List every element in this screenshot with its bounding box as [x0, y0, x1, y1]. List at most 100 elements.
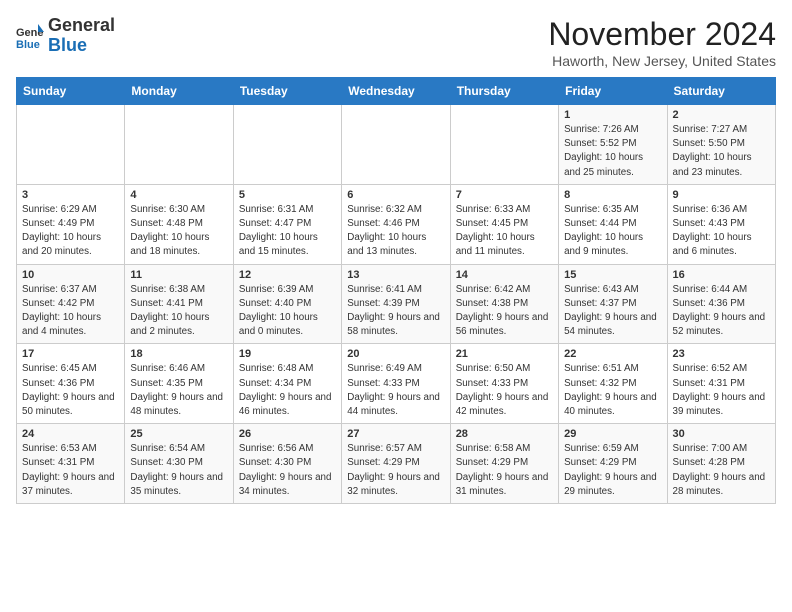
calendar-cell: 17 Sunrise: 6:45 AM Sunset: 4:36 PM Dayli… — [17, 344, 125, 424]
title-area: November 2024 Haworth, New Jersey, Unite… — [548, 16, 776, 69]
day-number: 11 — [130, 269, 227, 281]
day-number: 17 — [22, 348, 119, 360]
calendar-cell: 15 Sunrise: 6:43 AM Sunset: 4:37 PM Dayli… — [559, 264, 667, 344]
day-info: Sunrise: 6:53 AM Sunset: 4:31 PM Dayligh… — [22, 442, 119, 499]
day-number: 22 — [564, 348, 661, 360]
day-info: Sunrise: 6:31 AM Sunset: 4:47 PM Dayligh… — [239, 203, 336, 260]
day-info: Sunrise: 6:43 AM Sunset: 4:37 PM Dayligh… — [564, 283, 661, 340]
calendar-cell: 3 Sunrise: 6:29 AM Sunset: 4:49 PM Daylig… — [17, 184, 125, 264]
day-number: 27 — [347, 428, 444, 440]
day-number: 25 — [130, 428, 227, 440]
calendar-cell: 11 Sunrise: 6:38 AM Sunset: 4:41 PM Dayli… — [125, 264, 233, 344]
day-number: 15 — [564, 269, 661, 281]
day-number: 16 — [673, 269, 770, 281]
day-number: 28 — [456, 428, 553, 440]
location-subtitle: Haworth, New Jersey, United States — [548, 53, 776, 69]
calendar-cell: 19 Sunrise: 6:48 AM Sunset: 4:34 PM Dayli… — [233, 344, 341, 424]
day-info: Sunrise: 6:45 AM Sunset: 4:36 PM Dayligh… — [22, 362, 119, 419]
calendar-cell: 24 Sunrise: 6:53 AM Sunset: 4:31 PM Dayli… — [17, 424, 125, 504]
day-info: Sunrise: 6:44 AM Sunset: 4:36 PM Dayligh… — [673, 283, 770, 340]
calendar-cell: 18Sunrise: 6:46 AM Sunset: 4:35 PM Dayli… — [125, 344, 233, 424]
day-info: Sunrise: 6:36 AM Sunset: 4:43 PM Dayligh… — [673, 203, 770, 260]
calendar-cell: 14 Sunrise: 6:42 AM Sunset: 4:38 PM Dayli… — [450, 264, 558, 344]
day-number: 6 — [347, 189, 444, 201]
weekday-header: Sunday — [17, 78, 125, 105]
day-number: 19 — [239, 348, 336, 360]
day-number: 8 — [564, 189, 661, 201]
logo-general: General — [48, 16, 115, 36]
calendar-cell: 13 Sunrise: 6:41 AM Sunset: 4:39 PM Dayli… — [342, 264, 450, 344]
day-info: Sunrise: 6:30 AM Sunset: 4:48 PM Dayligh… — [130, 203, 227, 260]
calendar-cell: 22 Sunrise: 6:51 AM Sunset: 4:32 PM Dayli… — [559, 344, 667, 424]
day-number: 24 — [22, 428, 119, 440]
calendar-cell: 6 Sunrise: 6:32 AM Sunset: 4:46 PM Daylig… — [342, 184, 450, 264]
day-info: Sunrise: 6:37 AM Sunset: 4:42 PM Dayligh… — [22, 283, 119, 340]
day-number: 3 — [22, 189, 119, 201]
day-number: 2 — [673, 109, 770, 121]
day-info: Sunrise: 6:59 AM Sunset: 4:29 PM Dayligh… — [564, 442, 661, 499]
day-info: Sunrise: 6:42 AM Sunset: 4:38 PM Dayligh… — [456, 283, 553, 340]
calendar-cell — [450, 105, 558, 185]
day-info: Sunrise: 6:41 AM Sunset: 4:39 PM Dayligh… — [347, 283, 444, 340]
logo-blue: Blue — [48, 36, 115, 56]
day-number: 26 — [239, 428, 336, 440]
calendar-cell: 25 Sunrise: 6:54 AM Sunset: 4:30 PM Dayli… — [125, 424, 233, 504]
calendar-header-row: SundayMondayTuesdayWednesdayThursdayFrid… — [17, 78, 776, 105]
calendar-week-row: 10Sunrise: 6:37 AM Sunset: 4:42 PM Dayli… — [17, 264, 776, 344]
calendar-cell: 4 Sunrise: 6:30 AM Sunset: 4:48 PM Daylig… — [125, 184, 233, 264]
calendar-cell — [125, 105, 233, 185]
calendar-cell: 28 Sunrise: 6:58 AM Sunset: 4:29 PM Dayli… — [450, 424, 558, 504]
day-number: 9 — [673, 189, 770, 201]
day-info: Sunrise: 6:35 AM Sunset: 4:44 PM Dayligh… — [564, 203, 661, 260]
calendar-week-row: 3 Sunrise: 6:29 AM Sunset: 4:49 PM Daylig… — [17, 184, 776, 264]
day-info: Sunrise: 6:58 AM Sunset: 4:29 PM Dayligh… — [456, 442, 553, 499]
calendar-week-row: 17 Sunrise: 6:45 AM Sunset: 4:36 PM Dayli… — [17, 344, 776, 424]
weekday-header: Thursday — [450, 78, 558, 105]
weekday-header: Wednesday — [342, 78, 450, 105]
calendar-cell: 7Sunrise: 6:33 AM Sunset: 4:45 PM Daylig… — [450, 184, 558, 264]
calendar-week-row: 24 Sunrise: 6:53 AM Sunset: 4:31 PM Dayli… — [17, 424, 776, 504]
day-info: Sunrise: 6:50 AM Sunset: 4:33 PM Dayligh… — [456, 362, 553, 419]
day-info: Sunrise: 7:26 AM Sunset: 5:52 PM Dayligh… — [564, 123, 661, 180]
day-number: 4 — [130, 189, 227, 201]
weekday-header: Tuesday — [233, 78, 341, 105]
day-number: 12 — [239, 269, 336, 281]
day-number: 13 — [347, 269, 444, 281]
calendar-cell: 8 Sunrise: 6:35 AM Sunset: 4:44 PM Daylig… — [559, 184, 667, 264]
calendar-cell: 20Sunrise: 6:49 AM Sunset: 4:33 PM Dayli… — [342, 344, 450, 424]
calendar-cell: 5 Sunrise: 6:31 AM Sunset: 4:47 PM Daylig… — [233, 184, 341, 264]
day-number: 23 — [673, 348, 770, 360]
weekday-header: Saturday — [667, 78, 775, 105]
day-number: 14 — [456, 269, 553, 281]
day-info: Sunrise: 6:39 AM Sunset: 4:40 PM Dayligh… — [239, 283, 336, 340]
day-info: Sunrise: 6:54 AM Sunset: 4:30 PM Dayligh… — [130, 442, 227, 499]
calendar-cell: 1Sunrise: 7:26 AM Sunset: 5:52 PM Daylig… — [559, 105, 667, 185]
calendar-body: 1Sunrise: 7:26 AM Sunset: 5:52 PM Daylig… — [17, 105, 776, 504]
day-info: Sunrise: 6:56 AM Sunset: 4:30 PM Dayligh… — [239, 442, 336, 499]
day-number: 5 — [239, 189, 336, 201]
day-info: Sunrise: 7:27 AM Sunset: 5:50 PM Dayligh… — [673, 123, 770, 180]
day-number: 20 — [347, 348, 444, 360]
day-info: Sunrise: 6:52 AM Sunset: 4:31 PM Dayligh… — [673, 362, 770, 419]
calendar-cell: 23 Sunrise: 6:52 AM Sunset: 4:31 PM Dayli… — [667, 344, 775, 424]
day-number: 30 — [673, 428, 770, 440]
calendar-cell: 9 Sunrise: 6:36 AM Sunset: 4:43 PM Daylig… — [667, 184, 775, 264]
calendar-cell: 27Sunrise: 6:57 AM Sunset: 4:29 PM Dayli… — [342, 424, 450, 504]
page-header: General Blue General Blue November 2024 … — [16, 16, 776, 69]
day-info: Sunrise: 6:48 AM Sunset: 4:34 PM Dayligh… — [239, 362, 336, 419]
calendar-cell: 2 Sunrise: 7:27 AM Sunset: 5:50 PM Daylig… — [667, 105, 775, 185]
day-info: Sunrise: 6:32 AM Sunset: 4:46 PM Dayligh… — [347, 203, 444, 260]
calendar-table: SundayMondayTuesdayWednesdayThursdayFrid… — [16, 77, 776, 504]
svg-text:Blue: Blue — [16, 39, 40, 50]
calendar-cell: 30Sunrise: 7:00 AM Sunset: 4:28 PM Dayli… — [667, 424, 775, 504]
day-info: Sunrise: 6:29 AM Sunset: 4:49 PM Dayligh… — [22, 203, 119, 260]
day-info: Sunrise: 6:38 AM Sunset: 4:41 PM Dayligh… — [130, 283, 227, 340]
day-info: Sunrise: 6:51 AM Sunset: 4:32 PM Dayligh… — [564, 362, 661, 419]
day-number: 18 — [130, 348, 227, 360]
day-number: 7 — [456, 189, 553, 201]
calendar-week-row: 1Sunrise: 7:26 AM Sunset: 5:52 PM Daylig… — [17, 105, 776, 185]
calendar-cell: 16 Sunrise: 6:44 AM Sunset: 4:36 PM Dayli… — [667, 264, 775, 344]
calendar-cell: 10Sunrise: 6:37 AM Sunset: 4:42 PM Dayli… — [17, 264, 125, 344]
weekday-header: Friday — [559, 78, 667, 105]
calendar-cell — [233, 105, 341, 185]
